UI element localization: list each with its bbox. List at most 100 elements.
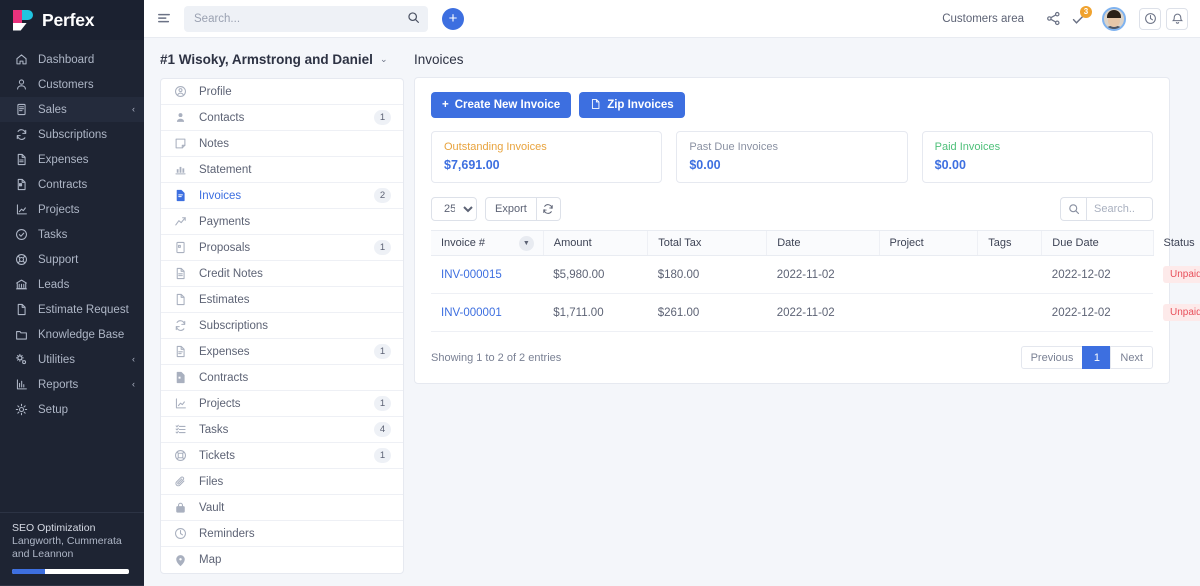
search-input[interactable] (184, 5, 428, 32)
sort-toggle-icon[interactable]: ▼ (518, 236, 534, 251)
entries-info: Showing 1 to 2 of 2 entries (431, 351, 562, 364)
table-row[interactable]: INV-000001 $1,711.00 $261.00 2022-11-02 2022… (431, 293, 1200, 332)
customer-menu: Profile Contacts 1 Notes Statement Invoices 2 P… (160, 78, 404, 574)
next-page-button[interactable]: Next (1110, 346, 1153, 369)
page-length-select[interactable]: 2550100 (431, 197, 477, 221)
customer-menu-label: Projects (199, 397, 241, 410)
customer-column: #1 Wisoky, Armstrong and Daniel ⌄ Profil… (144, 38, 404, 586)
sidebar-item-estimate-request[interactable]: Estimate Request (0, 297, 144, 322)
customer-menu-item-notes[interactable]: Notes (161, 131, 403, 157)
customer-menu-item-invoices[interactable]: Invoices 2 (161, 183, 403, 209)
customer-menu-item-reminders[interactable]: Reminders (161, 521, 403, 547)
page-title: Invoices (414, 52, 464, 67)
customer-menu-label: Payments (199, 215, 251, 228)
bell-icon[interactable] (1166, 7, 1188, 30)
customer-menu-label: Statement (199, 163, 252, 176)
column-header-project[interactable]: Project (878, 230, 978, 256)
customer-menu-label: Invoices (199, 189, 242, 202)
customer-menu-item-map[interactable]: Map (161, 547, 403, 573)
notes-icon (173, 137, 188, 150)
customer-menu-item-tasks[interactable]: Tasks 4 (161, 417, 403, 443)
contracts-icon (173, 371, 188, 384)
main-sidebar: Perfex Dashboard Customers Sales ‹ Subscript… (0, 0, 144, 586)
customer-menu-item-payments[interactable]: Payments (161, 209, 403, 235)
page-1-button[interactable]: 1 (1082, 346, 1112, 369)
invoice-link[interactable]: INV-000015 (441, 269, 502, 281)
customer-menu-label: Contacts (199, 111, 245, 124)
zip-invoices-button[interactable]: Zip Invoices (579, 92, 685, 118)
customer-menu-item-statement[interactable]: Statement (161, 157, 403, 183)
customer-menu-item-credit-notes[interactable]: Credit Notes (161, 261, 403, 287)
column-header-label: Amount (553, 237, 592, 249)
customer-menu-item-proposals[interactable]: Proposals 1 (161, 235, 403, 261)
column-header-date[interactable]: Date (766, 230, 879, 256)
sidebar-item-label: Contracts (38, 178, 88, 191)
sidebar-item-expenses[interactable]: Expenses (0, 147, 144, 172)
sidebar-item-customers[interactable]: Customers (0, 72, 144, 97)
column-header-tags[interactable]: Tags (977, 230, 1042, 256)
customer-menu-item-subscriptions[interactable]: Subscriptions (161, 313, 403, 339)
lifebuoy-icon (13, 253, 29, 266)
sidebar-item-tasks[interactable]: Tasks (0, 222, 144, 247)
invoice-link[interactable]: INV-000001 (441, 307, 502, 319)
share-icon[interactable] (1040, 6, 1066, 32)
customer-menu-count: 1 (374, 344, 391, 359)
column-header-total-tax[interactable]: Total Tax (647, 230, 767, 256)
sidebar-item-support[interactable]: Support (0, 247, 144, 272)
check-circle-icon (13, 228, 29, 241)
customer-selector[interactable]: #1 Wisoky, Armstrong and Daniel ⌄ (160, 52, 404, 67)
customer-menu-count: 1 (374, 240, 391, 255)
export-button[interactable]: Export (485, 197, 537, 221)
refresh-icon[interactable] (536, 197, 561, 221)
cell-tags (977, 293, 1042, 332)
clock-icon[interactable] (1139, 7, 1161, 30)
sidebar-item-knowledge-base[interactable]: Knowledge Base (0, 322, 144, 347)
customer-menu-item-profile[interactable]: Profile (161, 79, 403, 105)
project-progress-bar (12, 569, 129, 574)
customers-area-link[interactable]: Customers area (942, 13, 1024, 25)
avatar[interactable] (1102, 6, 1126, 31)
customer-menu-item-vault[interactable]: Vault (161, 495, 403, 521)
create-new-invoice-button[interactable]: + Create New Invoice (431, 92, 572, 118)
menu-list-icon[interactable] (154, 9, 174, 29)
customer-menu-item-contracts[interactable]: Contracts (161, 365, 403, 391)
summary-card-label: Past Due Invoices (689, 141, 778, 153)
sidebar-item-reports[interactable]: Reports ‹ (0, 372, 144, 397)
search-icon[interactable] (407, 11, 420, 29)
invoices-table: Invoice # ▼ Amount Total Tax Date Project Tags… (431, 230, 1200, 332)
quick-add-button[interactable]: + (442, 7, 464, 30)
customer-menu-item-expenses[interactable]: Expenses 1 (161, 339, 403, 365)
zip-invoices-label: Zip Invoices (607, 99, 674, 111)
projects-icon (173, 397, 188, 410)
sidebar-item-sales[interactable]: Sales ‹ (0, 97, 144, 122)
cell-amount: $1,711.00 (543, 293, 648, 332)
customer-menu-item-projects[interactable]: Projects 1 (161, 391, 403, 417)
customer-menu-item-contacts[interactable]: Contacts 1 (161, 105, 403, 131)
column-header-invoice[interactable]: Invoice # ▼ (431, 230, 544, 256)
cell-due-date: 2022-12-02 (1041, 255, 1153, 294)
customer-menu-item-estimates[interactable]: Estimates (161, 287, 403, 313)
column-header-due-date[interactable]: Due Date (1041, 230, 1153, 256)
table-row[interactable]: INV-000015 $5,980.00 $180.00 2022-11-02 2022… (431, 255, 1200, 294)
topbar-right: Customers area 3 (942, 5, 1188, 32)
previous-page-button[interactable]: Previous (1020, 346, 1084, 369)
brand[interactable]: Perfex (0, 0, 144, 40)
customer-menu-item-files[interactable]: Files (161, 469, 403, 495)
table-search-input[interactable] (1086, 197, 1153, 221)
clock-icon (173, 527, 188, 540)
sidebar-item-leads[interactable]: Leads (0, 272, 144, 297)
sidebar-item-utilities[interactable]: Utilities ‹ (0, 347, 144, 372)
contacts-icon (173, 111, 188, 124)
sidebar-item-setup[interactable]: Setup (0, 397, 144, 422)
column-header-amount[interactable]: Amount (542, 230, 648, 256)
export-group: Export (485, 197, 561, 221)
sidebar-item-contracts[interactable]: Contracts (0, 172, 144, 197)
todo-icon[interactable]: 3 (1066, 5, 1092, 32)
sidebar-item-dashboard[interactable]: Dashboard (0, 47, 144, 72)
sidebar-project-widget[interactable]: SEO Optimization Langworth, Cummerata an… (0, 512, 144, 586)
cell-total-tax: $180.00 (647, 255, 767, 294)
sidebar-item-subscriptions[interactable]: Subscriptions (0, 122, 144, 147)
customer-menu-item-tickets[interactable]: Tickets 1 (161, 443, 403, 469)
sidebar-item-projects[interactable]: Projects (0, 197, 144, 222)
search-icon[interactable] (1060, 197, 1086, 221)
